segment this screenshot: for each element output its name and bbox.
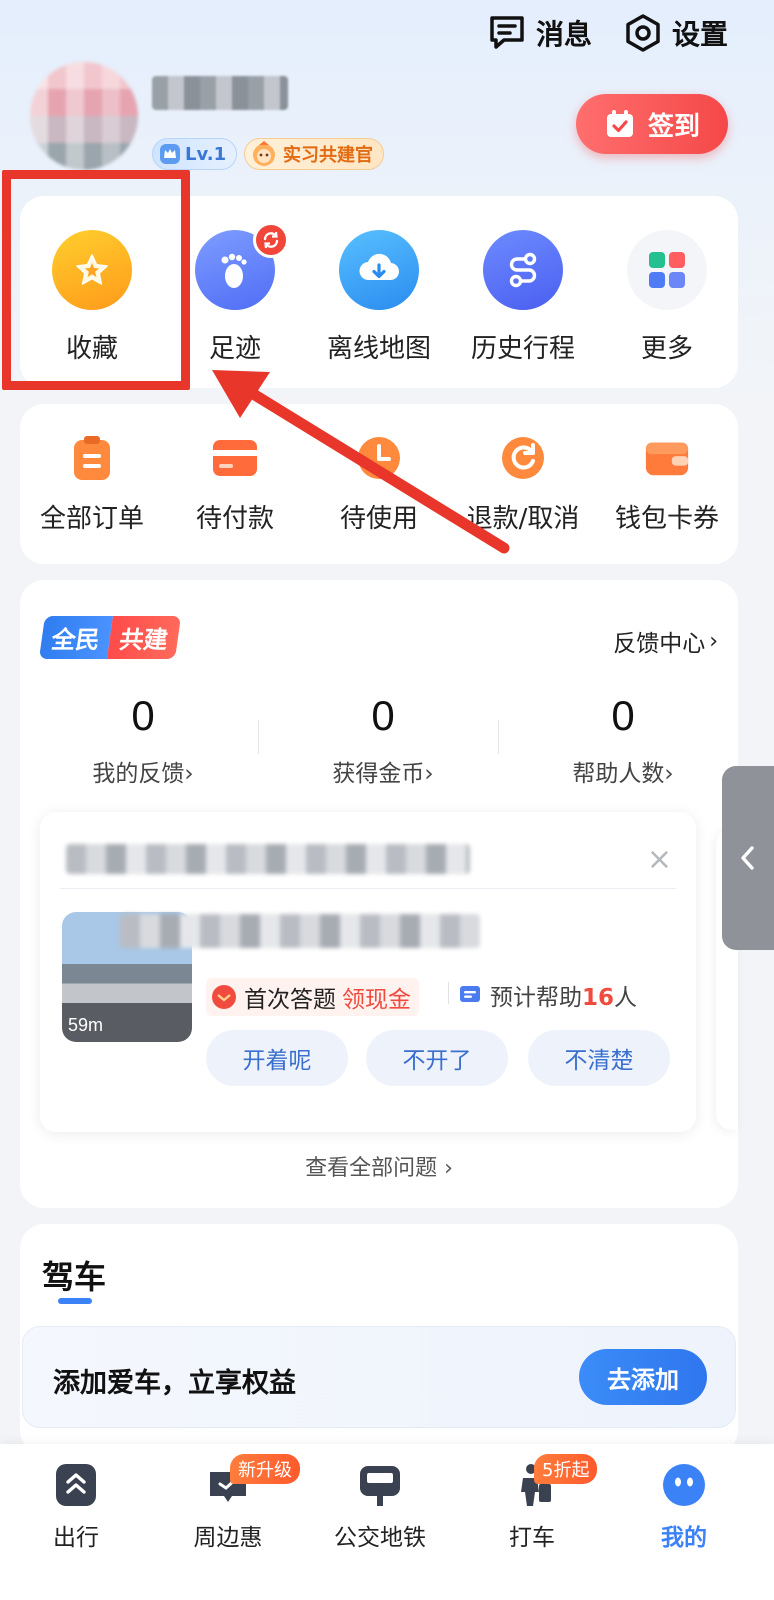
annotation-arrow [212,370,510,554]
